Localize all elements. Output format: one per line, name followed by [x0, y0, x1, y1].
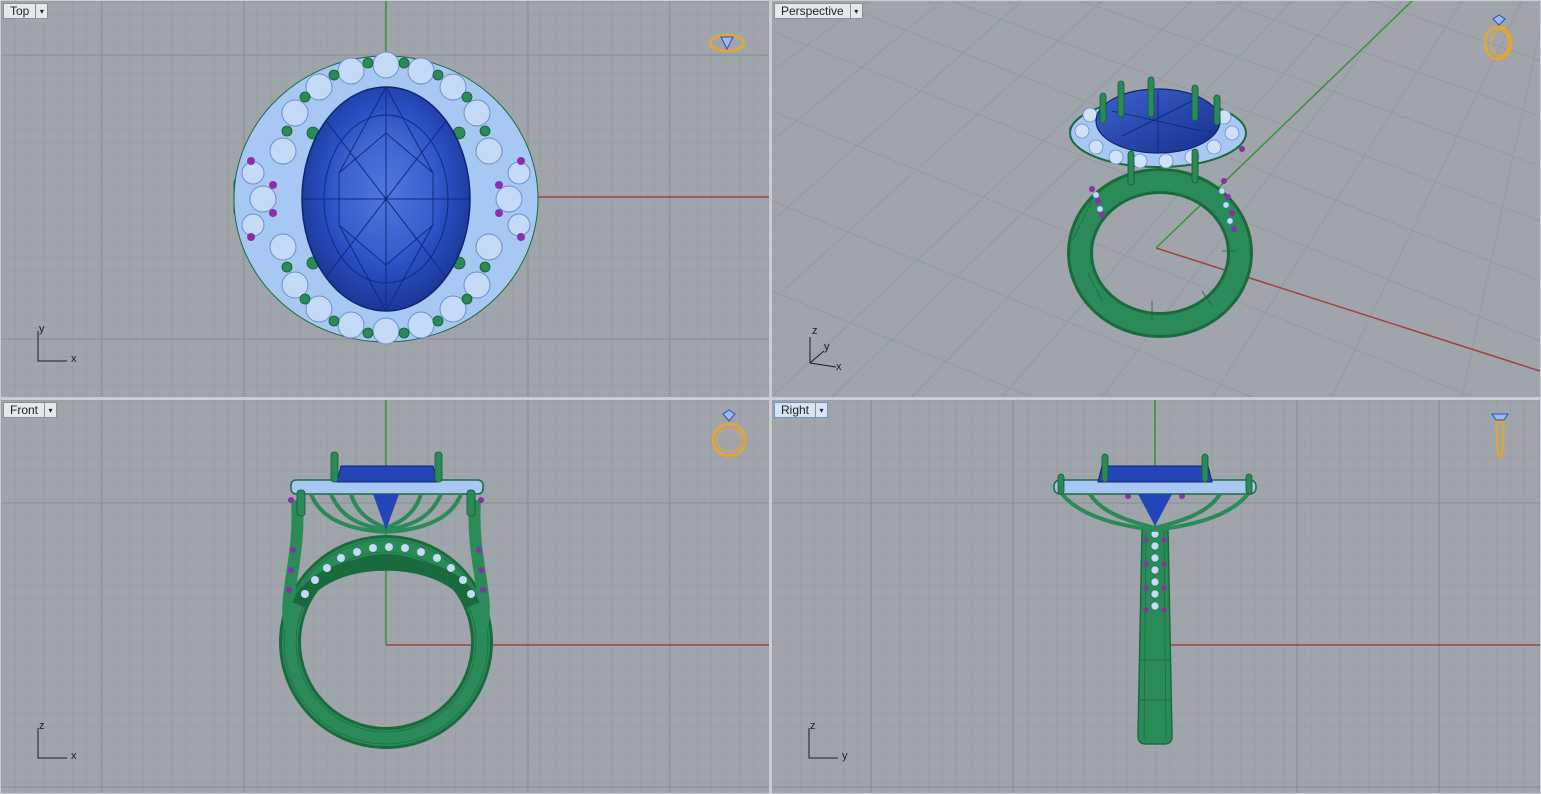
ring-right-nav-icon[interactable]: [1480, 408, 1520, 460]
axis-indicator-top: y x: [31, 323, 91, 373]
viewport-label-right[interactable]: Right ▾: [774, 402, 829, 418]
axis-indicator-front: z x: [31, 720, 91, 770]
viewport-menu-arrow-icon[interactable]: ▾: [815, 403, 827, 417]
viewport-title-right: Right: [781, 403, 810, 417]
viewport-perspective[interactable]: Perspective ▾ z y x: [772, 1, 1540, 397]
axis-label-z: z: [812, 325, 818, 337]
viewport-label-front[interactable]: Front ▾: [3, 402, 58, 418]
axis-label-y: y: [39, 323, 45, 335]
viewport-top[interactable]: Top ▾ y x: [1, 1, 769, 397]
viewport-label-top[interactable]: Top ▾: [3, 3, 49, 19]
viewport-right[interactable]: Right ▾ z y: [772, 400, 1540, 793]
viewport-front[interactable]: Front ▾ z x: [1, 400, 769, 793]
axis-label-y: y: [824, 341, 830, 353]
viewport-label-perspective[interactable]: Perspective ▾: [774, 3, 863, 19]
axis-label-y: y: [842, 750, 848, 762]
viewport-menu-arrow-icon[interactable]: ▾: [44, 403, 56, 417]
viewport-menu-arrow-icon[interactable]: ▾: [849, 4, 862, 18]
axis-label-z: z: [810, 720, 816, 732]
axis-label-x: x: [836, 361, 842, 373]
axis-label-x: x: [71, 353, 77, 365]
viewport-title-top: Top: [10, 4, 30, 18]
axis-indicator-perspective: z y x: [802, 323, 862, 379]
center-gem: [336, 465, 438, 483]
ring-perspective-nav-icon[interactable]: [1478, 13, 1518, 65]
ring-top-nav-icon[interactable]: [707, 23, 747, 75]
viewport-right-canvas[interactable]: [772, 400, 1540, 793]
center-gem: [1097, 465, 1213, 483]
viewport-top-canvas[interactable]: [1, 1, 769, 397]
axis-indicator-right: z y: [802, 720, 862, 770]
viewport-menu-arrow-icon[interactable]: ▾: [35, 4, 47, 18]
viewport-title-perspective: Perspective: [781, 4, 844, 18]
viewport-perspective-canvas[interactable]: [772, 1, 1540, 397]
ring-front-nav-icon[interactable]: [709, 408, 749, 460]
axis-label-z: z: [39, 720, 45, 732]
viewport-title-front: Front: [10, 403, 39, 417]
axis-label-x: x: [71, 750, 77, 762]
viewport-front-canvas[interactable]: [1, 400, 769, 793]
